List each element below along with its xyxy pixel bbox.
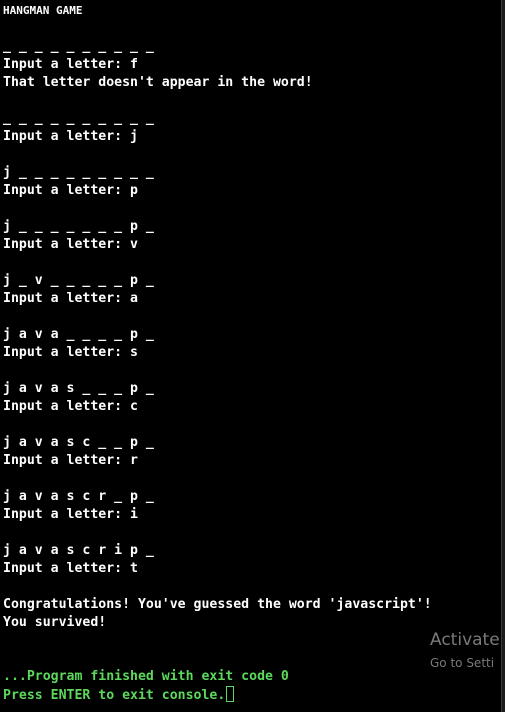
word-progress-line: j _ v _ _ _ _ _ p _ — [3, 273, 154, 288]
console-output[interactable]: HANGMAN GAME _ _ _ _ _ _ _ _ _ _ Input a… — [0, 0, 502, 712]
input-prompt-line: Input a letter: t — [3, 561, 138, 576]
word-progress-line: _ _ _ _ _ _ _ _ _ _ — [3, 111, 154, 126]
activation-watermark-title: Activate — [430, 630, 500, 650]
word-progress-line: _ _ _ _ _ _ _ _ _ _ — [3, 39, 154, 54]
word-progress-line: j _ _ _ _ _ _ _ _ _ — [3, 165, 154, 180]
survived-message: You survived! — [3, 615, 107, 630]
input-prompt-line: Input a letter: a — [3, 291, 138, 306]
word-progress-line: j a v a s c r i p _ — [3, 543, 154, 558]
input-prompt-line: Input a letter: c — [3, 399, 138, 414]
exit-prompt-line: Press ENTER to exit console. — [3, 686, 235, 705]
exit-prompt-text: Press ENTER to exit console. — [3, 688, 226, 703]
input-prompt-line: Input a letter: v — [3, 237, 138, 252]
input-prompt-line: Input a letter: f — [3, 57, 138, 72]
activation-watermark-subtitle: Go to Setti — [430, 656, 495, 670]
word-progress-line: j a v a s c _ _ p _ — [3, 435, 154, 450]
input-prompt-line: Input a letter: r — [3, 453, 138, 468]
congratulations-message: Congratulations! You've guessed the word… — [3, 597, 432, 612]
input-prompt-line: Input a letter: s — [3, 345, 138, 360]
exit-code-message: ...Program finished with exit code 0 — [3, 669, 289, 684]
word-progress-line: j a v a s _ _ _ p _ — [3, 381, 154, 396]
word-progress-line: j a v a s c r _ p _ — [3, 489, 154, 504]
console-title: HANGMAN GAME — [3, 4, 83, 17]
text-cursor[interactable] — [226, 686, 235, 702]
input-prompt-line: Input a letter: i — [3, 507, 138, 522]
input-prompt-line: Input a letter: p — [3, 183, 138, 198]
wrong-guess-message: That letter doesn't appear in the word! — [3, 75, 313, 90]
word-progress-line: j _ _ _ _ _ _ _ p _ — [3, 219, 154, 234]
input-prompt-line: Input a letter: j — [3, 129, 138, 144]
word-progress-line: j a v a _ _ _ _ p _ — [3, 327, 154, 342]
